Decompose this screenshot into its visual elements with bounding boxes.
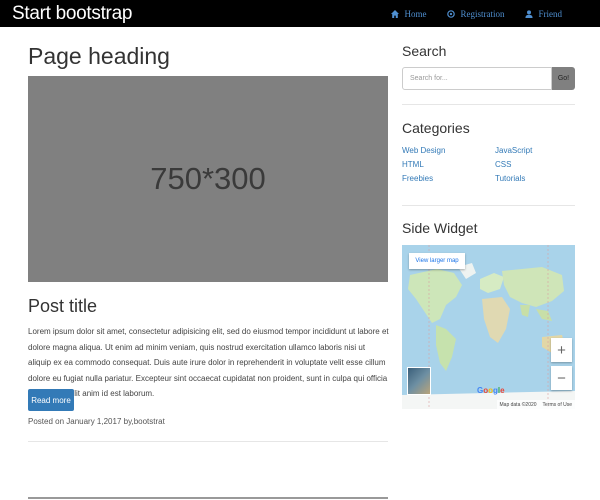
post-title[interactable]: Post title — [28, 296, 97, 317]
view-larger-map-link[interactable]: View larger map — [409, 253, 465, 269]
category-link-freebies[interactable]: Freebies — [402, 174, 433, 183]
registration-icon — [446, 9, 455, 18]
home-icon — [390, 9, 399, 18]
read-more-button[interactable]: Read more — [28, 389, 74, 411]
nav-links: Home Registration Friend — [390, 0, 563, 27]
hero-image-size-label: 750*300 — [150, 161, 266, 196]
category-link-web-design[interactable]: Web Design — [402, 146, 445, 155]
category-link-css[interactable]: CSS — [495, 160, 511, 169]
category-link-html[interactable]: HTML — [402, 160, 424, 169]
search-go-button[interactable]: Go! — [552, 67, 575, 90]
post-meta: Posted on January 1,2017 by,bootstrat — [28, 417, 165, 426]
divider — [402, 104, 575, 105]
top-navbar: Start bootstrap Home Registration Friend — [0, 0, 600, 27]
brand-logo-text[interactable]: Start bootstrap — [12, 3, 132, 25]
divider — [28, 441, 388, 442]
user-icon — [524, 9, 533, 18]
map-attribution-bar: Map data ©2020 Terms of Use — [496, 400, 575, 409]
terms-of-use-link[interactable]: Terms of Use — [543, 402, 572, 408]
google-logo: Google — [477, 386, 505, 395]
nav-link-registration[interactable]: Registration — [446, 8, 505, 19]
search-widget-title: Search — [402, 43, 447, 59]
embedded-map[interactable]: View larger map + − Google Map data ©202… — [402, 245, 575, 409]
side-widget-title: Side Widget — [402, 220, 478, 236]
nav-link-friend[interactable]: Friend — [524, 8, 563, 19]
category-link-tutorials[interactable]: Tutorials — [495, 174, 525, 183]
zoom-in-button[interactable]: + — [551, 338, 572, 362]
map-data-attribution: Map data ©2020 — [499, 401, 537, 408]
search-input[interactable]: Search for... — [402, 67, 552, 90]
page-heading: Page heading — [28, 43, 170, 69]
next-post-image-edge — [28, 497, 388, 499]
categories-widget-title: Categories — [402, 120, 470, 136]
post-body: Lorem ipsum dolor sit amet, consectetur … — [28, 327, 389, 399]
hero-image-placeholder: 750*300 — [28, 76, 388, 282]
nav-link-home[interactable]: Home — [390, 8, 427, 19]
zoom-out-button[interactable]: − — [551, 366, 572, 390]
nav-link-friend-label: Friend — [538, 8, 563, 19]
divider — [402, 205, 575, 206]
nav-link-registration-label: Registration — [460, 8, 505, 19]
category-link-javascript[interactable]: JavaScript — [495, 146, 532, 155]
satellite-toggle-thumbnail[interactable] — [407, 367, 431, 395]
nav-link-home-label: Home — [404, 8, 427, 19]
